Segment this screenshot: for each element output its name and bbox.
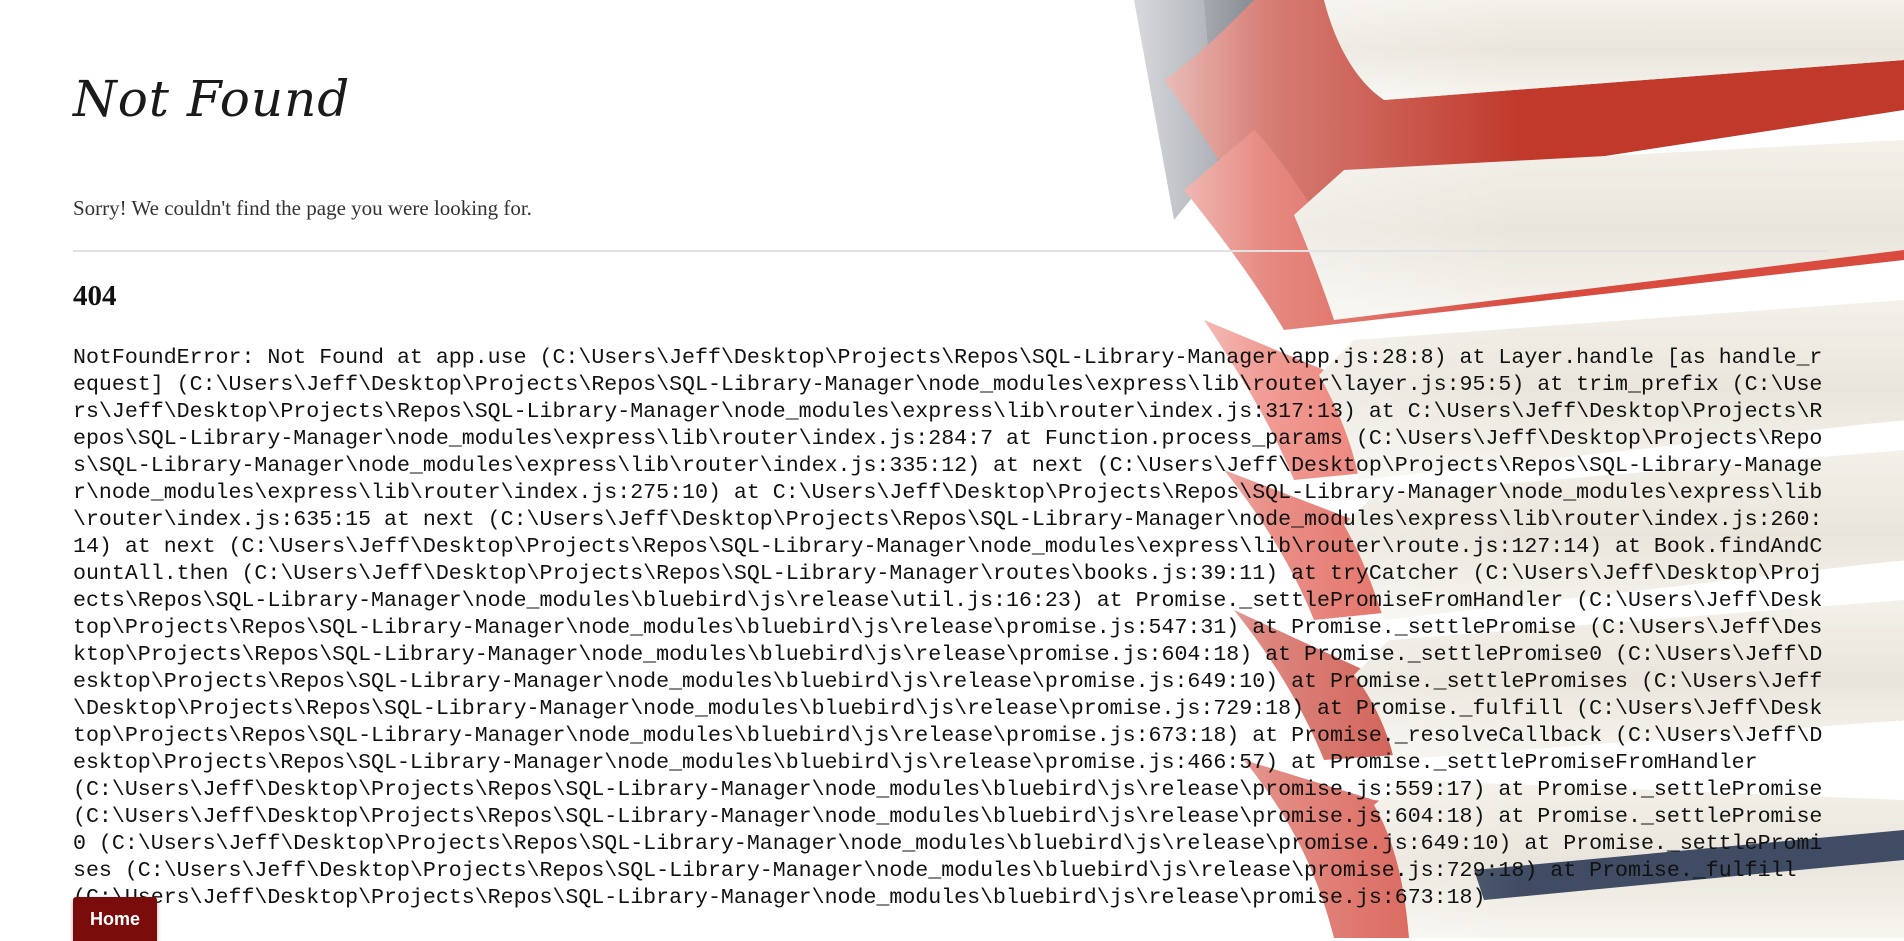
page-title: Not Found: [73, 70, 351, 128]
stack-trace: NotFoundError: Not Found at app.use (C:\…: [73, 346, 1836, 910]
divider: [73, 250, 1829, 252]
home-button[interactable]: Home: [73, 897, 158, 941]
status-code: 404: [73, 280, 117, 312]
error-message: Sorry! We couldn't find the page you wer…: [73, 196, 532, 220]
